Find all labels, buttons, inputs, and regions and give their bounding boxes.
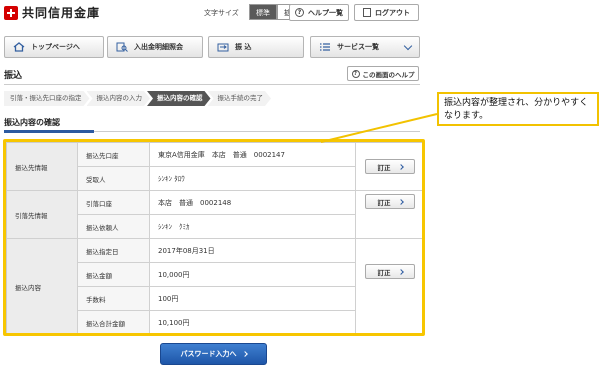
bank-name: 共同信用金庫 — [22, 6, 101, 20]
row-label: 引落口座 — [77, 191, 149, 215]
row-label: 手数料 — [77, 287, 149, 311]
transfer-date-value: 2017年08月31日 — [149, 239, 355, 263]
category-payee-info: 振込先情報 — [7, 143, 77, 191]
progress-steps: 引落・振込先口座の指定 振込内容の入力 振込内容の確認 振込手続の完了 — [4, 91, 268, 106]
nav-services-label: サービス一覧 — [337, 43, 379, 51]
total-amount-value: 10,100円 — [149, 311, 355, 335]
bank-logo-icon — [4, 5, 18, 20]
password-entry-label: パスワード入力へ — [180, 350, 237, 358]
row-label: 振込先口座 — [77, 143, 149, 167]
chevron-right-icon — [397, 268, 404, 275]
bank-logo[interactable]: 共同信用金庫 — [4, 4, 100, 21]
password-entry-button[interactable]: パスワード入力へ — [160, 343, 267, 365]
action-cell: 訂正 — [355, 239, 423, 335]
statement-search-icon — [116, 42, 128, 52]
question-icon: ? — [351, 69, 360, 78]
font-size-label: 文字サイズ — [204, 9, 239, 17]
chevron-right-icon — [241, 351, 248, 357]
nav-home-label: トップページへ — [31, 43, 80, 51]
chevron-right-icon — [397, 163, 404, 170]
step-complete: 振込手続の完了 — [208, 91, 272, 106]
row-label: 振込金額 — [77, 263, 149, 287]
logout-icon — [363, 8, 371, 17]
action-cell: 訂正 — [355, 191, 423, 239]
help-list-button[interactable]: ? ヘルプ一覧 — [289, 4, 349, 21]
category-debit-info: 引落先情報 — [7, 191, 77, 239]
page-title: 振込 — [4, 71, 23, 81]
edit-details-button[interactable]: 訂正 — [365, 264, 415, 279]
requester-value: ｼﾝｷﾝ ｸﾐｶ — [149, 215, 355, 239]
nav-inquiry-label: 入出金明細照会 — [134, 43, 183, 51]
confirmation-table: 振込先情報 引落先情報 振込内容 振込先口座 東京A信用金庫 本店 普通 000… — [6, 142, 423, 335]
category-transfer-details: 振込内容 — [7, 239, 77, 335]
edit-label: 訂正 — [377, 268, 391, 277]
transfer-amount-value: 10,000円 — [149, 263, 355, 287]
chevron-right-icon — [397, 198, 404, 205]
recipient-value: ｼﾝｷﾝ ﾀﾛｳ — [149, 167, 355, 191]
edit-label: 訂正 — [377, 198, 391, 207]
nav-services-dropdown[interactable]: サービス一覧 — [310, 36, 420, 58]
section-title: 振込内容の確認 — [4, 118, 60, 127]
help-list-label: ヘルプ一覧 — [308, 8, 343, 17]
main-nav: トップページへ 入出金明細照会 振 込 サービス一覧 — [4, 36, 420, 58]
screen-help-button[interactable]: ? この画面のヘルプ — [347, 66, 419, 81]
screen-help-label: この画面のヘルプ — [362, 70, 415, 79]
row-label: 振込依頼人 — [77, 215, 149, 239]
section-accent-bar — [4, 130, 94, 133]
question-icon: ? — [295, 8, 304, 17]
fee-value: 100円 — [149, 287, 355, 311]
payee-account-value: 東京A信用金庫 本店 普通 0002147 — [149, 143, 355, 167]
chevron-down-icon — [403, 41, 413, 51]
nav-home-button[interactable]: トップページへ — [4, 36, 104, 58]
logout-button[interactable]: ログアウト — [354, 4, 419, 21]
nav-transfer-button[interactable]: 振 込 — [208, 36, 304, 58]
nav-inquiry-button[interactable]: 入出金明細照会 — [107, 36, 203, 58]
action-cell: 訂正 — [355, 143, 423, 191]
debit-account-value: 本店 普通 0002148 — [149, 191, 355, 215]
logout-label: ログアウト — [375, 8, 410, 17]
step-enter-details: 振込内容の入力 — [87, 91, 151, 106]
edit-payee-button[interactable]: 訂正 — [365, 159, 415, 174]
list-icon — [320, 43, 330, 51]
divider — [4, 84, 420, 85]
step-confirm-details: 振込内容の確認 — [147, 91, 211, 106]
row-label: 振込指定日 — [77, 239, 149, 263]
step-specify-accounts: 引落・振込先口座の指定 — [4, 91, 90, 106]
edit-label: 訂正 — [377, 163, 391, 172]
callout-note: 振込内容が整理され、分かりやすくなります。 — [437, 92, 599, 126]
row-label: 受取人 — [77, 167, 149, 191]
home-icon — [13, 42, 25, 52]
nav-transfer-label: 振 込 — [235, 43, 252, 51]
row-label: 振込合計金額 — [77, 311, 149, 335]
font-size-standard-button[interactable]: 標準 — [249, 4, 277, 20]
edit-debit-button[interactable]: 訂正 — [365, 194, 415, 209]
transfer-icon — [217, 43, 229, 52]
header: 共同信用金庫 文字サイズ 標準 拡大 ? ヘルプ一覧 ログアウト — [0, 0, 605, 26]
